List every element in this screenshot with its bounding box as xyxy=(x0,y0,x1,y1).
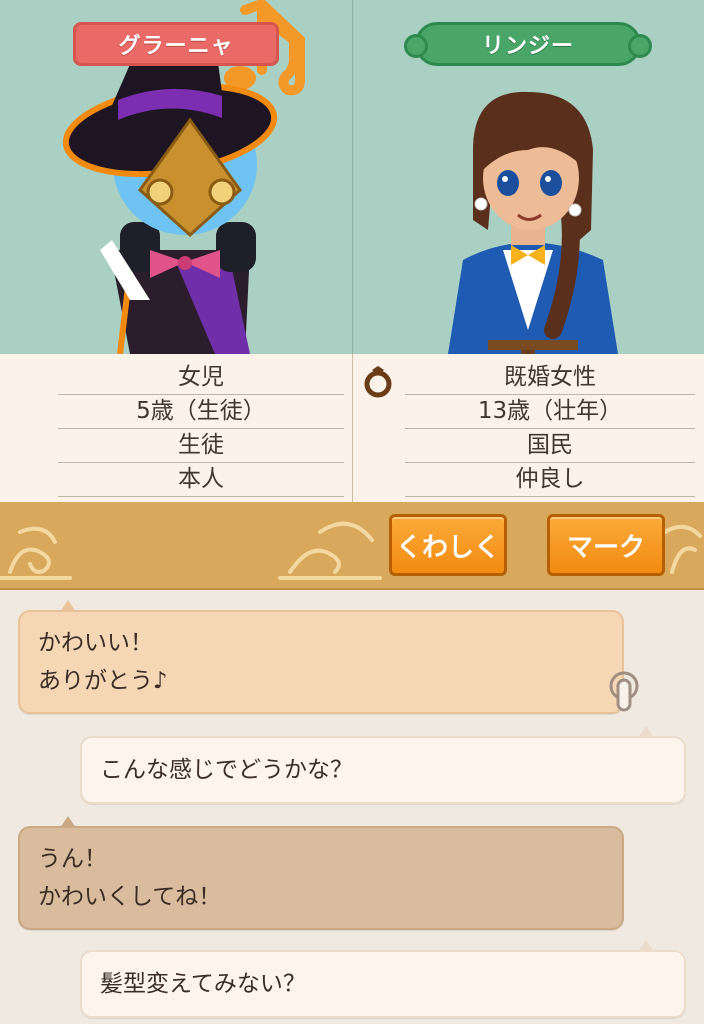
bubble-tail xyxy=(60,816,76,828)
chat-line: うん！ xyxy=(38,846,107,872)
mark-button[interactable]: マーク xyxy=(547,514,665,576)
right-character-info: 既婚女性 13歳（壮年） 国民 仲良し xyxy=(352,354,704,502)
action-banner: くわしく マーク xyxy=(0,502,704,590)
detail-button[interactable]: くわしく xyxy=(389,514,507,576)
ring-icon xyxy=(364,366,392,398)
right-character-pane[interactable]: リンジー xyxy=(352,0,704,354)
bubble-tail xyxy=(60,600,76,612)
left-job: 生徒 xyxy=(58,428,344,463)
left-character-pane[interactable]: グラーニャ xyxy=(0,0,352,354)
right-relation: 仲良し xyxy=(405,462,695,497)
character-info-panel: 女児 5歳（生徒） 生徒 本人 既婚女性 13歳（壮年） 国民 仲良し xyxy=(0,354,704,503)
portrait-area: グラーニャ リンジー xyxy=(0,0,704,354)
chat-bubble-right: 髪型変えてみない？ xyxy=(80,940,686,1018)
chat-bubble-left: うん！ かわいくしてね！ xyxy=(18,816,624,930)
chat-line: かわいい！ xyxy=(38,630,153,656)
bubble-tail xyxy=(638,726,654,738)
chat-bubble-right: こんな感じでどうかな？ xyxy=(80,726,686,804)
chat-log[interactable]: かわいい！ ありがとう♪ こんな感じでどうかな？ うん！ かわいくしてね！ 髪型… xyxy=(0,590,704,1024)
right-character-name: リンジー xyxy=(404,22,652,66)
chat-line: かわいくしてね！ xyxy=(38,884,222,910)
right-age: 13歳（壮年） xyxy=(405,394,695,429)
chat-line: ありがとう♪ xyxy=(38,668,168,694)
right-status: 既婚女性 xyxy=(405,360,695,395)
left-age: 5歳（生徒） xyxy=(58,394,344,429)
chat-bubble-left: かわいい！ ありがとう♪ xyxy=(18,600,624,714)
right-job: 国民 xyxy=(405,428,695,463)
bubble-tail xyxy=(638,940,654,952)
left-relation: 本人 xyxy=(58,462,344,497)
chat-line: 髪型変えてみない？ xyxy=(100,971,306,997)
chat-line: こんな感じでどうかな？ xyxy=(100,757,353,783)
left-character-info: 女児 5歳（生徒） 生徒 本人 xyxy=(0,354,352,502)
left-character-name: グラーニャ xyxy=(73,22,279,66)
left-gender: 女児 xyxy=(58,360,344,395)
tap-hand-icon[interactable] xyxy=(604,670,644,714)
